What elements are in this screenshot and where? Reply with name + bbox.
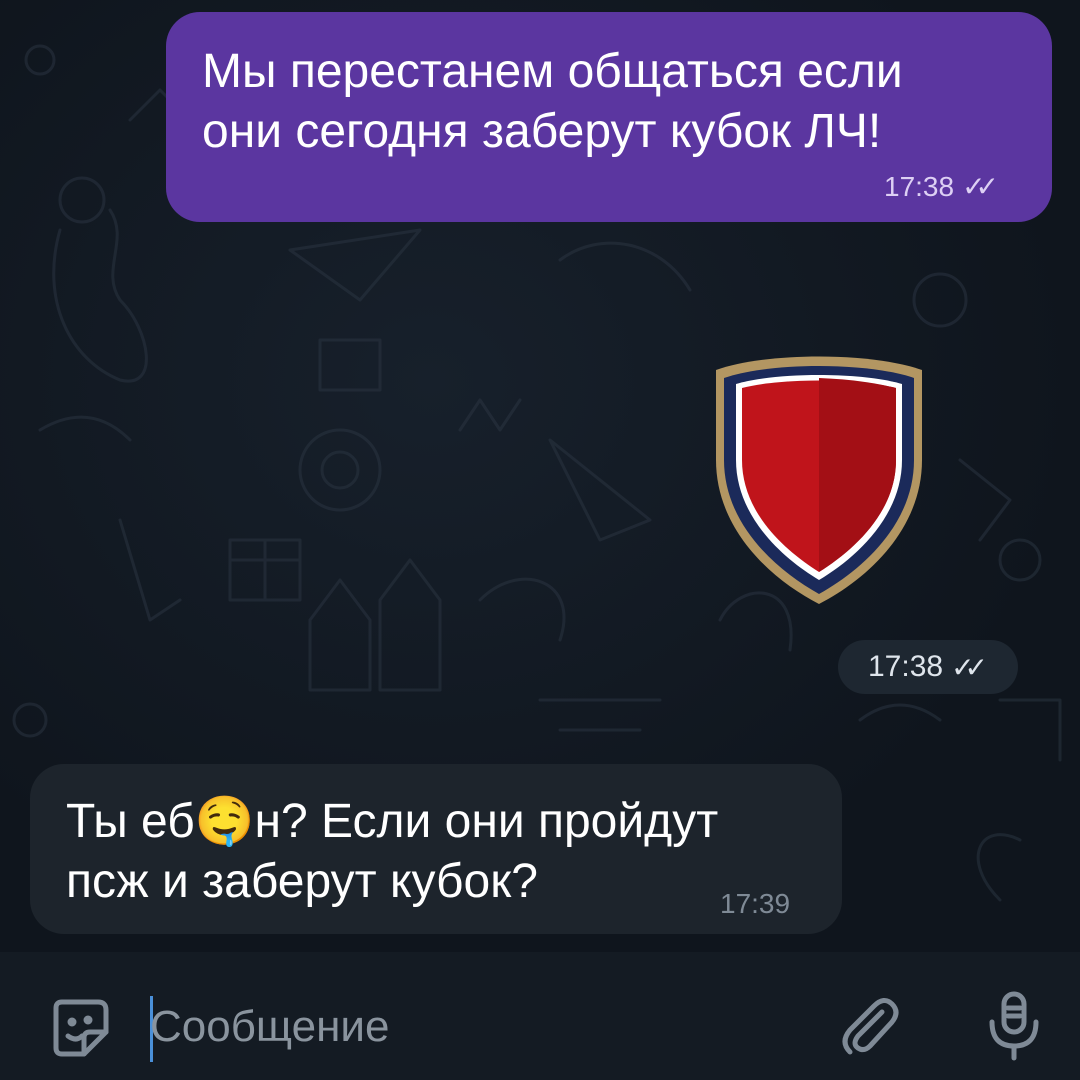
emoji-sticker-icon[interactable] — [44, 992, 116, 1064]
paperclip-icon[interactable] — [834, 990, 906, 1062]
sticker-time-pill: 17:38 ✓✓ — [838, 640, 1018, 694]
double-check-icon: ✓✓ — [951, 651, 988, 683]
message-input[interactable]: Сообщение — [150, 992, 770, 1062]
message-time: 17:38 — [884, 170, 955, 202]
microphone-icon[interactable] — [978, 986, 1050, 1066]
message-text: Мы перестанем общаться если они сегодня … — [202, 45, 903, 158]
message-meta: 17:38 ✓✓ — [884, 170, 999, 203]
red-shield-sticker[interactable] — [706, 350, 932, 606]
message-time: 17:39 — [720, 888, 791, 919]
message-text: Ты еб🤤н? Если они пройдут псж и заберут … — [66, 795, 719, 908]
sticker-time: 17:38 — [868, 650, 944, 683]
double-check-icon: ✓✓ — [962, 171, 999, 202]
